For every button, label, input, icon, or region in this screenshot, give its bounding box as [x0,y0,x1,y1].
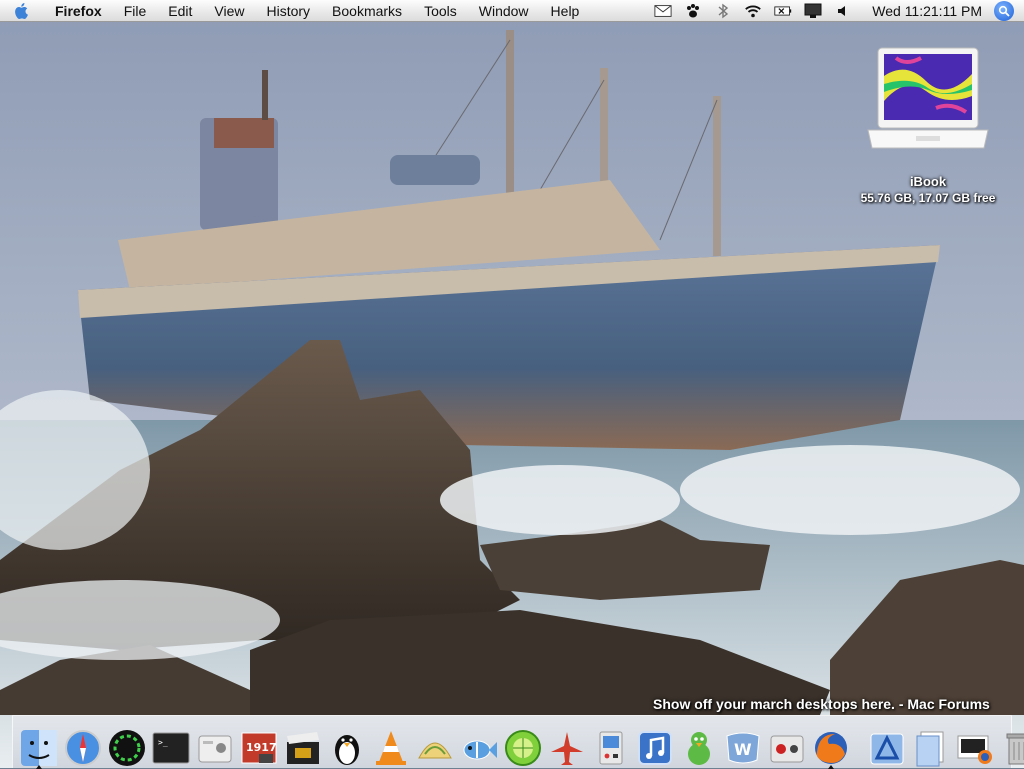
soundboard-icon[interactable] [767,724,807,768]
apple-menu-icon[interactable] [10,0,32,22]
wifi-icon[interactable] [744,3,762,19]
display-icon[interactable] [804,3,822,19]
menu-clock[interactable]: Wed 11:21:11 PM [858,3,990,19]
adium-duck-icon[interactable] [679,724,719,768]
system-profiler-icon[interactable] [195,724,235,768]
menu-bookmarks[interactable]: Bookmarks [321,0,413,22]
safari-icon[interactable] [63,724,103,768]
vlc-cone-icon[interactable] [371,724,411,768]
menu-file[interactable]: File [113,0,158,22]
menu-app-firefox[interactable]: Firefox [44,0,113,22]
menu-view[interactable]: View [203,0,255,22]
firefox-icon[interactable] [811,724,851,769]
arcade-icon[interactable] [591,724,631,768]
terminal-icon[interactable]: >_ [151,724,191,768]
volume-icon[interactable] [834,3,852,19]
paw-icon[interactable] [684,3,702,19]
itunes-icon[interactable] [635,724,675,768]
desktop-drive-ibook[interactable]: iBook 55.76 GB, 17.07 GB free [852,46,1004,205]
word-icon[interactable]: W [723,724,763,768]
svg-text:W: W [734,740,752,759]
fish-icon[interactable] [459,724,499,768]
documents-stack-icon[interactable] [911,724,951,768]
clapperboard-icon[interactable] [283,724,323,768]
drive-info: 55.76 GB, 17.07 GB free [860,191,996,205]
menu-history[interactable]: History [255,0,321,22]
1917-photo-icon[interactable]: 1917 [239,724,279,768]
limewire-icon[interactable] [503,724,543,768]
running-indicator [828,765,834,769]
penguin-icon[interactable] [327,724,367,768]
screen-firefox-icon[interactable] [955,724,995,768]
bluetooth-icon[interactable] [714,3,732,19]
battery-icon[interactable] [774,3,792,19]
taco-icon[interactable] [415,724,455,768]
drive-name: iBook [909,174,947,189]
applications-folder-icon[interactable] [867,724,907,768]
mail-icon[interactable] [654,3,672,19]
spotlight-search-icon[interactable] [994,1,1014,21]
menu-tools[interactable]: Tools [413,0,468,22]
airplane-icon[interactable] [547,724,587,768]
laptop-icon [866,46,990,154]
svg-text:1917: 1917 [246,741,277,754]
menu-window[interactable]: Window [468,0,540,22]
dock: >_ 1917 W [12,715,1024,769]
menu-help[interactable]: Help [540,0,591,22]
activity-swirl-icon[interactable] [107,724,147,768]
trash-icon[interactable] [999,724,1024,768]
menu-bar: Firefox File Edit View History Bookmarks… [0,0,1024,22]
running-indicator [36,765,42,769]
menu-edit[interactable]: Edit [157,0,203,22]
svg-text:>_: >_ [158,738,168,747]
wallpaper-caption: Show off your march desktops here. - Mac… [653,696,990,712]
finder-icon[interactable] [19,724,59,769]
